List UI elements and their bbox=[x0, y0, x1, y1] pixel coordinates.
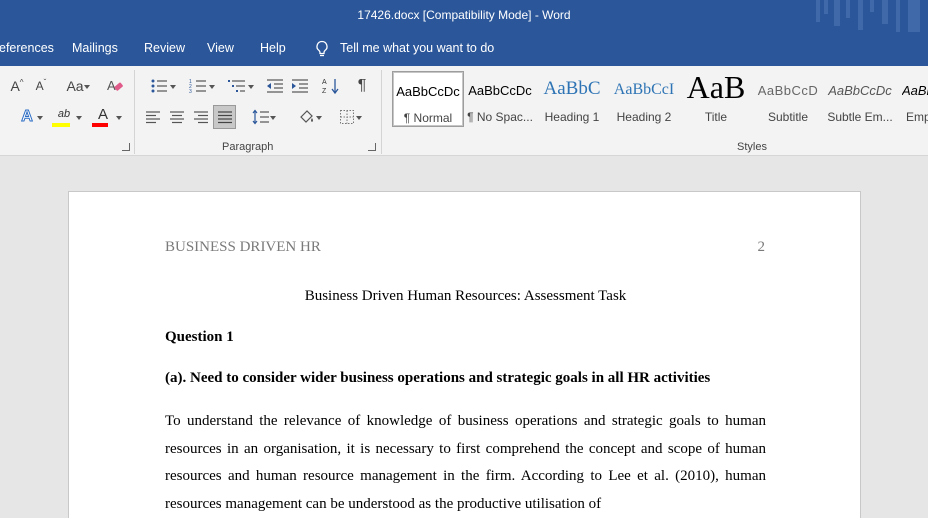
highlight-color-swatch bbox=[52, 123, 70, 127]
document-title: Business Driven Human Resources: Assessm… bbox=[304, 288, 627, 304]
lightbulb-icon[interactable] bbox=[314, 40, 330, 58]
multilevel-list-icon bbox=[228, 80, 245, 92]
question-heading: Question 1 bbox=[165, 329, 234, 345]
page-number: 2 bbox=[757, 239, 766, 255]
align-right-button[interactable] bbox=[191, 106, 211, 128]
svg-text:A: A bbox=[322, 79, 327, 86]
line-spacing-icon bbox=[252, 109, 269, 125]
highlight-color-button[interactable]: ab bbox=[50, 106, 84, 128]
shading-button[interactable] bbox=[290, 106, 324, 128]
font-color-swatch bbox=[92, 123, 108, 127]
show-hide-marks-button[interactable]: ¶ bbox=[351, 76, 373, 96]
justify-icon bbox=[217, 111, 232, 124]
align-right-icon bbox=[194, 111, 208, 124]
align-center-icon bbox=[170, 111, 184, 124]
multilevel-list-button[interactable] bbox=[221, 76, 254, 96]
justify-button[interactable] bbox=[213, 105, 236, 129]
paint-bucket-icon bbox=[300, 110, 313, 123]
borders-button[interactable] bbox=[330, 106, 364, 128]
grow-font-button[interactable]: A ^ bbox=[6, 76, 28, 96]
increase-indent-icon bbox=[292, 79, 308, 93]
tab-review[interactable]: Review bbox=[144, 41, 185, 55]
style-subtle-emphasis[interactable]: AaBbCcDc Subtle Em... bbox=[824, 71, 896, 127]
paragraph-group-label: Paragraph bbox=[222, 141, 274, 153]
group-separator bbox=[134, 70, 135, 154]
decrease-indent-button[interactable] bbox=[264, 76, 286, 96]
font-color-button[interactable]: A bbox=[90, 106, 124, 128]
style-heading-2[interactable]: AaBbCcI Heading 2 bbox=[608, 71, 680, 127]
style-emphasis[interactable]: AaBl Emp bbox=[896, 71, 928, 127]
window-title: 17426.docx [Compatibility Mode] - Word bbox=[357, 8, 571, 22]
running-header: BUSINESS DRIVEN HR bbox=[165, 239, 321, 255]
font-dialog-launcher[interactable] bbox=[122, 143, 130, 151]
bullets-button[interactable] bbox=[143, 76, 176, 96]
document-page[interactable]: BUSINESS DRIVEN HR 2 Business Driven Hum… bbox=[68, 191, 861, 518]
numbering-button[interactable]: 123 bbox=[182, 76, 215, 96]
text-effects-icon: A bbox=[21, 108, 34, 126]
group-separator bbox=[381, 70, 382, 154]
body-paragraph: To understand the relevance of knowledge… bbox=[165, 413, 766, 512]
align-left-button[interactable] bbox=[143, 106, 163, 128]
styles-group-label: Styles bbox=[737, 141, 767, 153]
change-case-button[interactable]: Aa bbox=[58, 76, 92, 96]
style-normal[interactable]: AaBbCcDc ¶ Normal bbox=[392, 71, 464, 127]
bullets-icon bbox=[151, 79, 167, 93]
decrease-indent-icon bbox=[267, 79, 283, 93]
highlighter-icon: ab bbox=[57, 108, 71, 120]
font-color-icon: A bbox=[97, 106, 108, 123]
tab-help[interactable]: Help bbox=[260, 41, 286, 55]
tab-references[interactable]: eferences bbox=[0, 41, 54, 55]
subheading: (a). Need to consider wider business ope… bbox=[165, 370, 711, 386]
svg-text:Z: Z bbox=[322, 88, 327, 95]
numbering-icon: 123 bbox=[189, 79, 206, 94]
paragraph-dialog-launcher[interactable] bbox=[368, 143, 376, 151]
shrink-font-button[interactable]: Aˇ bbox=[30, 76, 52, 96]
line-spacing-button[interactable] bbox=[244, 106, 278, 128]
align-left-icon bbox=[146, 111, 160, 124]
align-center-button[interactable] bbox=[167, 106, 187, 128]
style-no-spacing[interactable]: AaBbCcDc ¶ No Spac... bbox=[464, 71, 536, 127]
sort-button[interactable]: AZ bbox=[319, 76, 343, 96]
title-bar: 17426.docx [Compatibility Mode] - Word bbox=[0, 0, 928, 36]
pilcrow-icon: ¶ bbox=[357, 77, 367, 94]
tab-mailings[interactable]: Mailings bbox=[72, 41, 118, 55]
ribbon-tabs: eferences Mailings Review View Help Tell… bbox=[0, 32, 928, 66]
tell-me-search[interactable]: Tell me what you want to do bbox=[340, 41, 494, 55]
increase-indent-button[interactable] bbox=[289, 76, 311, 96]
style-title[interactable]: AaB Title bbox=[680, 69, 752, 127]
style-heading-1[interactable]: AaBbC Heading 1 bbox=[536, 71, 608, 127]
sort-icon: AZ bbox=[322, 79, 339, 95]
clear-formatting-button[interactable]: A bbox=[104, 76, 126, 96]
style-subtitle[interactable]: AaBbCcD Subtitle bbox=[752, 71, 824, 127]
eraser-icon: A bbox=[107, 78, 123, 93]
borders-icon bbox=[340, 110, 354, 124]
tab-view[interactable]: View bbox=[207, 41, 234, 55]
text-effects-button[interactable]: A bbox=[12, 106, 43, 128]
svg-text:3: 3 bbox=[189, 89, 192, 94]
ribbon: A ^ Aˇ Aa A A ab A 123 A Z ¶ Paragraph A… bbox=[0, 66, 928, 156]
svg-text:A: A bbox=[107, 78, 116, 93]
